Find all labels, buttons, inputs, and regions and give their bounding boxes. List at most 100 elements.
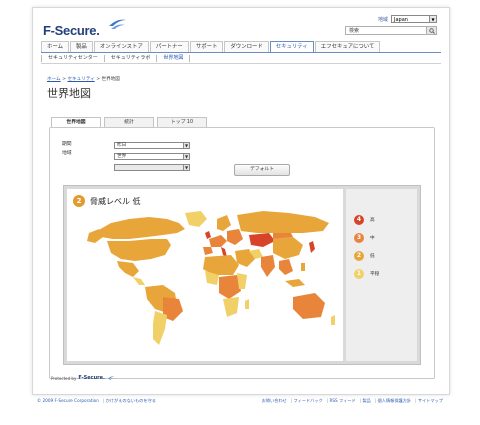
protected-by: Protected by F-Secure. <box>51 375 115 381</box>
logo-text: F-Secure. <box>43 23 100 38</box>
map-region-australia[interactable] <box>293 293 325 319</box>
search-button[interactable] <box>427 26 437 35</box>
region-select[interactable]: Japan ▼ <box>391 15 437 23</box>
subnav-item-security-lab[interactable]: セキュリティラボ <box>105 54 158 62</box>
nav-item-home[interactable]: ホーム <box>41 41 70 52</box>
world-map <box>87 211 335 345</box>
default-button[interactable]: デフォルト <box>234 164 290 176</box>
map-region-japan[interactable] <box>309 241 315 253</box>
map-region-eastern-europe[interactable] <box>227 229 243 245</box>
map-region-russia[interactable] <box>237 211 329 233</box>
area-select[interactable]: 世界 ▼ <box>114 153 190 160</box>
map-region-china[interactable] <box>273 237 303 259</box>
map-region-south-america-south[interactable] <box>153 311 167 345</box>
footer-left: © 2009 F-Secure Corporationかけがえのないものを守る <box>35 398 158 404</box>
footer-links: お問い合わせフィードバックRSS フィード製品個人情報保護方針サイトマップ <box>260 398 445 404</box>
nav-item-support[interactable]: サポート <box>189 41 224 52</box>
map-region-greenland[interactable] <box>185 211 207 227</box>
region-label: 地域 <box>377 16 388 23</box>
tab-top-10[interactable]: トップ 10 <box>157 117 207 127</box>
legend-badge-4: 4 <box>354 215 364 225</box>
legend-label-low: 低 <box>370 254 375 259</box>
map-region-western-europe[interactable] <box>209 235 227 247</box>
footer-link-feedback[interactable]: フィードバック <box>289 398 325 403</box>
footer-tagline[interactable]: かけがえのないものを守る <box>101 398 158 403</box>
subnav-item-world-map[interactable]: 世界地図 <box>157 54 191 62</box>
nav-item-store[interactable]: オンラインストア <box>93 41 149 52</box>
legend-label-calm: 平穏 <box>370 272 380 277</box>
map-panel: 期間 昨日 ▼ 地域 世界 ▼ ▼ デフォルト 2 脅威レベル 低 4 高 3 … <box>49 127 435 379</box>
logo-swoosh-icon <box>107 376 115 380</box>
map-region-philippines[interactable] <box>301 263 305 271</box>
main-nav: ホーム 製品 オンラインストア パートナー サポート ダウンロード セキュリティ… <box>41 41 441 53</box>
map-region-southern-africa[interactable] <box>223 297 239 317</box>
search-box: 検索 <box>345 26 437 35</box>
area-label: 地域 <box>62 151 72 156</box>
legend-badge-3: 3 <box>354 233 364 243</box>
footer-link-products[interactable]: 製品 <box>358 398 373 403</box>
nav-item-download[interactable]: ダウンロード <box>224 41 269 52</box>
nav-item-security[interactable]: セキュリティ <box>269 41 314 52</box>
legend-label-medium: 中 <box>370 236 375 241</box>
chevron-down-icon: ▼ <box>429 16 436 22</box>
chevron-down-icon: ▼ <box>183 165 189 170</box>
map-region-india[interactable] <box>261 255 275 277</box>
footer-link-contact[interactable]: お問い合わせ <box>260 398 289 403</box>
map-region-scandinavia[interactable] <box>217 215 231 231</box>
page-title: 世界地図 <box>47 87 91 100</box>
nav-item-products[interactable]: 製品 <box>70 41 93 52</box>
breadcrumb: ホーム > セキュリティ > 世界地図 <box>47 76 120 82</box>
breadcrumb-separator: > <box>94 77 102 82</box>
legend-item-high: 4 高 <box>354 215 375 225</box>
map-region-canada[interactable] <box>97 217 185 239</box>
tab-statistics[interactable]: 統計 <box>104 117 154 127</box>
map-region-central-africa[interactable] <box>219 275 241 299</box>
map-region-iberia[interactable] <box>203 247 213 255</box>
period-select-value: 昨日 <box>117 143 127 148</box>
nav-item-partners[interactable]: パートナー <box>149 41 189 52</box>
footer-link-sitemap[interactable]: サイトマップ <box>413 398 445 403</box>
map-frame: 2 脅威レベル 低 4 高 3 中 2 低 1 平穏 <box>63 185 421 365</box>
logo-swoosh-icon <box>109 19 126 29</box>
map-region-usa[interactable] <box>107 239 171 261</box>
protected-by-text: Protected by <box>51 375 77 381</box>
period-label: 期間 <box>62 142 72 147</box>
chevron-down-icon: ▼ <box>183 143 189 148</box>
region-select-value: Japan <box>394 17 408 23</box>
protected-by-brand: F-Secure. <box>78 375 105 381</box>
map-region-uk[interactable] <box>205 231 211 239</box>
footer-link-privacy[interactable]: 個人情報保護方針 <box>373 398 413 403</box>
region-selector: 地域 Japan ▼ <box>378 15 437 23</box>
legend-item-medium: 3 中 <box>354 233 375 243</box>
legend-item-low: 2 低 <box>354 251 375 261</box>
breadcrumb-security-link[interactable]: セキュリティ <box>67 77 94 82</box>
breadcrumb-current: 世界地図 <box>101 77 120 82</box>
map-region-new-zealand[interactable] <box>331 315 335 325</box>
search-input[interactable]: 検索 <box>345 26 427 35</box>
world-map-area: 2 脅威レベル 低 <box>67 189 343 361</box>
legend-label-high: 高 <box>370 218 375 223</box>
subnav-item-security-center[interactable]: セキュリティセンター <box>41 54 105 62</box>
map-region-madagascar[interactable] <box>245 299 249 309</box>
legend-badge-2: 2 <box>354 251 364 261</box>
tab-bar: 世界地図 統計 トップ 10 <box>51 117 210 128</box>
period-select[interactable]: 昨日 ▼ <box>114 142 190 149</box>
chevron-down-icon: ▼ <box>183 154 189 159</box>
search-icon <box>428 27 435 34</box>
subarea-select[interactable]: ▼ <box>114 164 190 171</box>
breadcrumb-home-link[interactable]: ホーム <box>47 77 61 82</box>
map-region-indonesia[interactable] <box>285 279 305 287</box>
map-region-central-america[interactable] <box>133 277 145 285</box>
page-container: F-Secure. 地域 Japan ▼ 検索 ホーム 製品 オンラインストア … <box>32 7 450 395</box>
legend-badge-1: 1 <box>354 269 364 279</box>
threat-legend: 4 高 3 中 2 低 1 平穏 <box>346 189 417 361</box>
footer-link-rss[interactable]: RSS フィード <box>325 398 358 403</box>
map-region-kazakhstan[interactable] <box>249 233 275 247</box>
area-select-value: 世界 <box>117 154 127 159</box>
map-region-southeast-asia[interactable] <box>279 259 293 275</box>
sub-nav: セキュリティセンター セキュリティラボ 世界地図 <box>41 53 441 64</box>
footer-copyright: © 2009 F-Secure Corporation <box>37 398 99 403</box>
nav-item-about[interactable]: エフセキュアについて <box>314 41 381 52</box>
f-secure-logo[interactable]: F-Secure. <box>43 19 126 40</box>
map-region-mexico[interactable] <box>117 261 139 277</box>
